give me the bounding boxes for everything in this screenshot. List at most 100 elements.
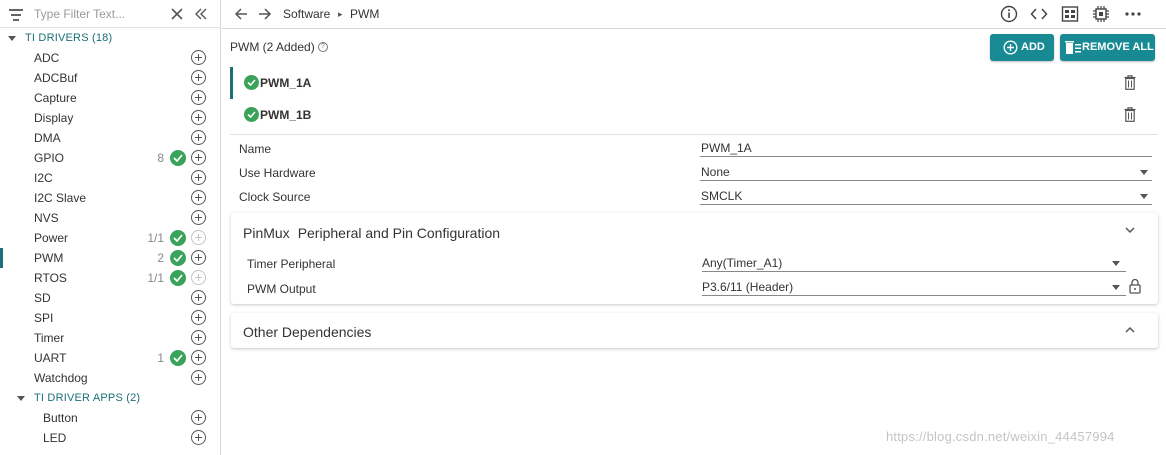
instance-name: PWM_1B xyxy=(260,108,312,122)
add-button[interactable]: ADD xyxy=(990,34,1054,61)
add-circle-icon[interactable] xyxy=(191,70,206,85)
sidebar-item[interactable]: SD xyxy=(0,288,220,308)
sidebar-item-label: UART xyxy=(34,351,67,365)
sidebar-item[interactable]: I2C Slave xyxy=(0,188,220,208)
breadcrumb-software[interactable]: Software xyxy=(283,7,330,21)
add-circle-icon xyxy=(1003,40,1018,55)
sidebar-item[interactable]: Capture xyxy=(0,88,220,108)
clock-source-label: Clock Source xyxy=(239,190,311,204)
breadcrumb-current: PWM xyxy=(350,7,380,21)
clear-filter-icon[interactable] xyxy=(170,7,184,21)
instance-row-pwm-1b[interactable]: PWM_1B xyxy=(230,99,1158,131)
sidebar-item[interactable]: SPI xyxy=(0,308,220,328)
remove-all-button[interactable]: REMOVE ALL xyxy=(1060,34,1155,61)
dropdown-arrow-icon xyxy=(1140,194,1148,199)
sidebar-item-label: PWM xyxy=(34,251,64,265)
divider xyxy=(230,134,1158,135)
add-circle-icon[interactable] xyxy=(191,250,206,265)
add-circle-icon[interactable] xyxy=(191,130,206,145)
sidebar-item-label: Watchdog xyxy=(34,371,88,385)
instance-row-pwm-1a[interactable]: PWM_1A xyxy=(230,67,1158,99)
group-ti-driver-apps[interactable]: TI DRIVER APPS (2) xyxy=(0,389,220,409)
add-circle-icon[interactable] xyxy=(191,110,206,125)
caret-down-icon xyxy=(17,396,25,401)
check-icon xyxy=(170,250,186,266)
sidebar-item-label: Timer xyxy=(34,331,65,345)
add-circle-icon[interactable] xyxy=(191,90,206,105)
add-circle-icon[interactable] xyxy=(191,290,206,305)
add-circle-icon[interactable] xyxy=(191,370,206,385)
add-circle-icon[interactable] xyxy=(191,410,206,425)
sidebar-item[interactable]: ADCBuf xyxy=(0,68,220,88)
pwm-output-select[interactable]: P3.6/11 (Header) xyxy=(702,279,1126,296)
other-dependencies-panel[interactable]: Other Dependencies xyxy=(231,313,1158,348)
sidebar-item-label: DMA xyxy=(34,131,61,145)
name-field[interactable]: PWM_1A xyxy=(700,140,1152,157)
add-circle-icon[interactable] xyxy=(191,50,206,65)
sidebar-item[interactable]: Watchdog xyxy=(0,368,220,388)
pwm-output-label: PWM Output xyxy=(247,282,316,296)
sidebar-item-count: 1 xyxy=(157,351,164,365)
back-arrow-icon[interactable] xyxy=(233,6,249,22)
sidebar-item-label: NVS xyxy=(34,211,59,225)
sidebar-item-label: Power xyxy=(34,231,69,245)
group-ti-drivers[interactable]: TI DRIVERS (18) xyxy=(0,29,220,49)
pinmux-header[interactable]: PinMux Peripheral and Pin Configuration xyxy=(243,225,500,241)
sidebar-item[interactable]: PWM 2 xyxy=(0,248,220,268)
add-circle-icon[interactable] xyxy=(191,270,206,285)
group-label: TI DRIVERS (18) xyxy=(25,32,113,44)
lock-icon[interactable] xyxy=(1129,278,1141,294)
sidebar-item[interactable]: Timer xyxy=(0,328,220,348)
sidebar-item[interactable]: LED xyxy=(0,428,220,448)
sidebar-item[interactable]: UART 1 xyxy=(0,348,220,368)
more-options-icon[interactable] xyxy=(1124,5,1142,23)
sidebar-item[interactable]: ADC xyxy=(0,48,220,68)
sidebar-item[interactable]: GPIO 8 xyxy=(0,148,220,168)
pinmux-title: PinMux xyxy=(243,225,290,241)
sidebar-item-label: Capture xyxy=(34,91,77,105)
clock-source-select[interactable]: SMCLK xyxy=(700,188,1152,205)
check-icon xyxy=(170,270,186,286)
code-view-icon[interactable] xyxy=(1030,5,1048,23)
chevron-down-icon[interactable] xyxy=(1124,224,1136,236)
sidebar-item-label: GPIO xyxy=(34,151,65,165)
add-circle-icon[interactable] xyxy=(191,190,206,205)
delete-icon[interactable] xyxy=(1124,107,1136,122)
add-circle-icon[interactable] xyxy=(191,210,206,225)
board-view-icon[interactable] xyxy=(1061,5,1079,23)
chip-view-icon[interactable] xyxy=(1092,5,1110,23)
breadcrumb-separator: ▸ xyxy=(338,9,343,19)
timer-peripheral-value: Any(Timer_A1) xyxy=(702,256,783,270)
info-icon[interactable] xyxy=(1000,5,1018,23)
collapse-sidebar-icon[interactable] xyxy=(194,7,208,21)
sidebar-item[interactable]: DMA xyxy=(0,128,220,148)
page-title: PWM (2 Added) xyxy=(230,40,315,54)
timer-peripheral-label: Timer Peripheral xyxy=(247,257,336,271)
add-circle-icon[interactable] xyxy=(191,430,206,445)
add-circle-icon[interactable] xyxy=(191,170,206,185)
sidebar-item[interactable]: Button xyxy=(0,408,220,428)
add-button-label: ADD xyxy=(1021,41,1045,53)
other-dependencies-title: Other Dependencies xyxy=(243,324,372,340)
use-hardware-select[interactable]: None xyxy=(700,164,1152,181)
add-circle-icon[interactable] xyxy=(191,150,206,165)
add-circle-icon[interactable] xyxy=(191,230,206,245)
help-icon[interactable]: ? xyxy=(318,42,328,52)
timer-peripheral-select[interactable]: Any(Timer_A1) xyxy=(702,255,1126,272)
delete-icon[interactable] xyxy=(1124,75,1136,90)
chevron-up-icon[interactable] xyxy=(1124,324,1136,336)
use-hardware-value: None xyxy=(701,165,730,179)
sidebar-item[interactable]: I2C xyxy=(0,168,220,188)
sidebar-item[interactable]: Power 1/1 xyxy=(0,228,220,248)
forward-arrow-icon[interactable] xyxy=(257,6,273,22)
instance-name: PWM_1A xyxy=(260,76,312,90)
filter-input[interactable] xyxy=(34,5,164,23)
sidebar-item[interactable]: Display xyxy=(0,108,220,128)
dropdown-arrow-icon xyxy=(1112,261,1120,266)
add-circle-icon[interactable] xyxy=(191,350,206,365)
filter-bar xyxy=(0,0,220,28)
sidebar-item[interactable]: NVS xyxy=(0,208,220,228)
add-circle-icon[interactable] xyxy=(191,310,206,325)
add-circle-icon[interactable] xyxy=(191,330,206,345)
sidebar-item[interactable]: RTOS 1/1 xyxy=(0,268,220,288)
